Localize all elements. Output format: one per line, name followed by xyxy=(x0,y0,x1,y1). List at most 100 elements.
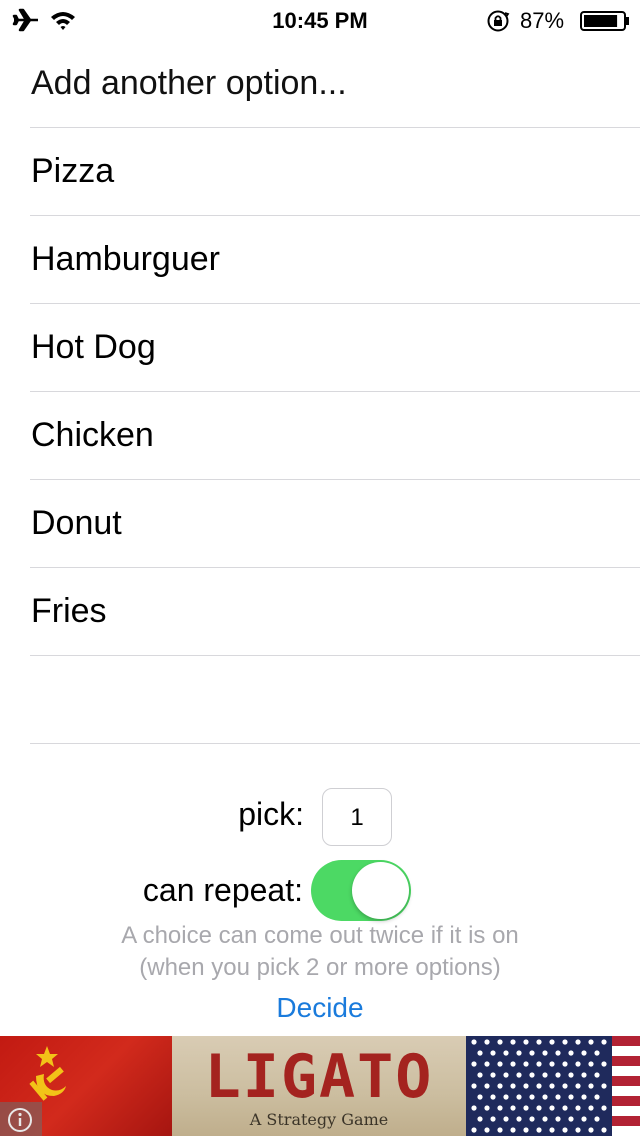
repeat-hint-line-2: (when you pick 2 or more options) xyxy=(139,954,501,981)
flag-star xyxy=(497,1061,503,1067)
flag-star xyxy=(497,1039,503,1045)
flag-star xyxy=(601,1039,607,1045)
info-icon xyxy=(8,1108,32,1132)
flag-star xyxy=(594,1072,600,1078)
flag-star xyxy=(471,1127,477,1133)
ad-logo-panel: LIGATO A Strategy Game xyxy=(172,1036,466,1136)
flag-star xyxy=(471,1039,477,1045)
flag-star xyxy=(562,1039,568,1045)
flag-star xyxy=(516,1072,522,1078)
pick-count-field[interactable]: 1 xyxy=(322,788,392,846)
flag-star xyxy=(497,1127,503,1133)
flag-star xyxy=(555,1050,561,1056)
flag-star xyxy=(484,1083,490,1089)
flag-star xyxy=(581,1072,587,1078)
flag-star xyxy=(536,1061,542,1067)
flag-star xyxy=(477,1094,483,1100)
flag-star xyxy=(510,1127,516,1133)
ad-tagline: A Strategy Game xyxy=(249,1110,389,1129)
flag-star xyxy=(497,1105,503,1111)
list-item[interactable]: Hamburguer xyxy=(30,216,640,304)
flag-star xyxy=(588,1039,594,1045)
flag-star xyxy=(555,1094,561,1100)
can-repeat-toggle[interactable] xyxy=(311,860,411,921)
flag-star xyxy=(542,1072,548,1078)
battery-percent: 87% xyxy=(520,8,565,33)
can-repeat-label: can repeat: xyxy=(142,872,303,908)
flag-star xyxy=(516,1116,522,1122)
flag-star xyxy=(510,1039,516,1045)
flag-star xyxy=(575,1105,581,1111)
flag-star xyxy=(575,1061,581,1067)
list-item[interactable]: Hot Dog xyxy=(30,304,640,392)
flag-star xyxy=(588,1083,594,1089)
flag-star xyxy=(536,1083,542,1089)
add-option-input[interactable]: Add another option... xyxy=(30,40,640,128)
flag-star xyxy=(568,1116,574,1122)
flag-star xyxy=(490,1072,496,1078)
flag-star xyxy=(484,1061,490,1067)
flag-star xyxy=(471,1105,477,1111)
flag-star xyxy=(568,1050,574,1056)
flag-star xyxy=(562,1127,568,1133)
flag-star xyxy=(601,1127,607,1133)
flag-star xyxy=(542,1094,548,1100)
status-bar: 10:45 PM 87% xyxy=(0,0,640,40)
flag-star xyxy=(503,1094,509,1100)
flag-star xyxy=(536,1127,542,1133)
toggle-knob xyxy=(352,862,409,919)
flag-star xyxy=(555,1116,561,1122)
flag-star xyxy=(536,1105,542,1111)
empty-list-row xyxy=(30,656,640,744)
flag-star xyxy=(568,1072,574,1078)
flag-star xyxy=(549,1127,555,1133)
flag-star xyxy=(490,1050,496,1056)
flag-star xyxy=(601,1105,607,1111)
flag-star xyxy=(601,1083,607,1089)
flag-star xyxy=(542,1050,548,1056)
flag-star xyxy=(523,1039,529,1045)
list-item-label: Hamburguer xyxy=(31,240,220,278)
flag-star xyxy=(549,1061,555,1067)
flag-star xyxy=(523,1127,529,1133)
flag-star xyxy=(510,1105,516,1111)
flag-star xyxy=(575,1083,581,1089)
flag-star xyxy=(581,1050,587,1056)
us-flag-image xyxy=(466,1036,640,1136)
list-item[interactable]: Pizza xyxy=(30,128,640,216)
decide-button[interactable]: Decide xyxy=(0,992,640,1024)
ad-banner[interactable]: LIGATO A Strategy Game xyxy=(0,1036,640,1136)
flag-star xyxy=(529,1116,535,1122)
flag-star xyxy=(562,1105,568,1111)
hammer-sickle-icon xyxy=(29,1046,66,1101)
flag-star xyxy=(588,1061,594,1067)
flag-star xyxy=(503,1072,509,1078)
flag-star xyxy=(484,1039,490,1045)
list-item[interactable]: Donut xyxy=(30,480,640,568)
list-item[interactable]: Fries xyxy=(30,568,640,656)
list-item-label: Fries xyxy=(31,592,107,630)
flag-star xyxy=(581,1094,587,1100)
flag-star xyxy=(497,1083,503,1089)
list-item-label: Donut xyxy=(31,504,122,542)
ad-info-button[interactable] xyxy=(0,1102,42,1136)
flag-star xyxy=(477,1072,483,1078)
flag-star xyxy=(549,1039,555,1045)
flag-star xyxy=(490,1094,496,1100)
flag-star xyxy=(510,1083,516,1089)
flag-star xyxy=(477,1050,483,1056)
flag-star xyxy=(477,1116,483,1122)
flag-star xyxy=(562,1083,568,1089)
flag-star xyxy=(536,1039,542,1045)
list-item[interactable]: Chicken xyxy=(30,392,640,480)
options-list: Add another option... Pizza Hamburguer H… xyxy=(0,40,640,744)
flag-star xyxy=(588,1127,594,1133)
flag-star xyxy=(581,1116,587,1122)
list-item-label: Chicken xyxy=(31,416,154,454)
orientation-lock-icon xyxy=(487,10,510,32)
flag-star xyxy=(529,1050,535,1056)
repeat-hint-line-1: A choice can come out twice if it is on xyxy=(121,922,519,949)
flag-star xyxy=(568,1094,574,1100)
flag-star xyxy=(594,1050,600,1056)
us-flag-graphic xyxy=(466,1036,640,1136)
